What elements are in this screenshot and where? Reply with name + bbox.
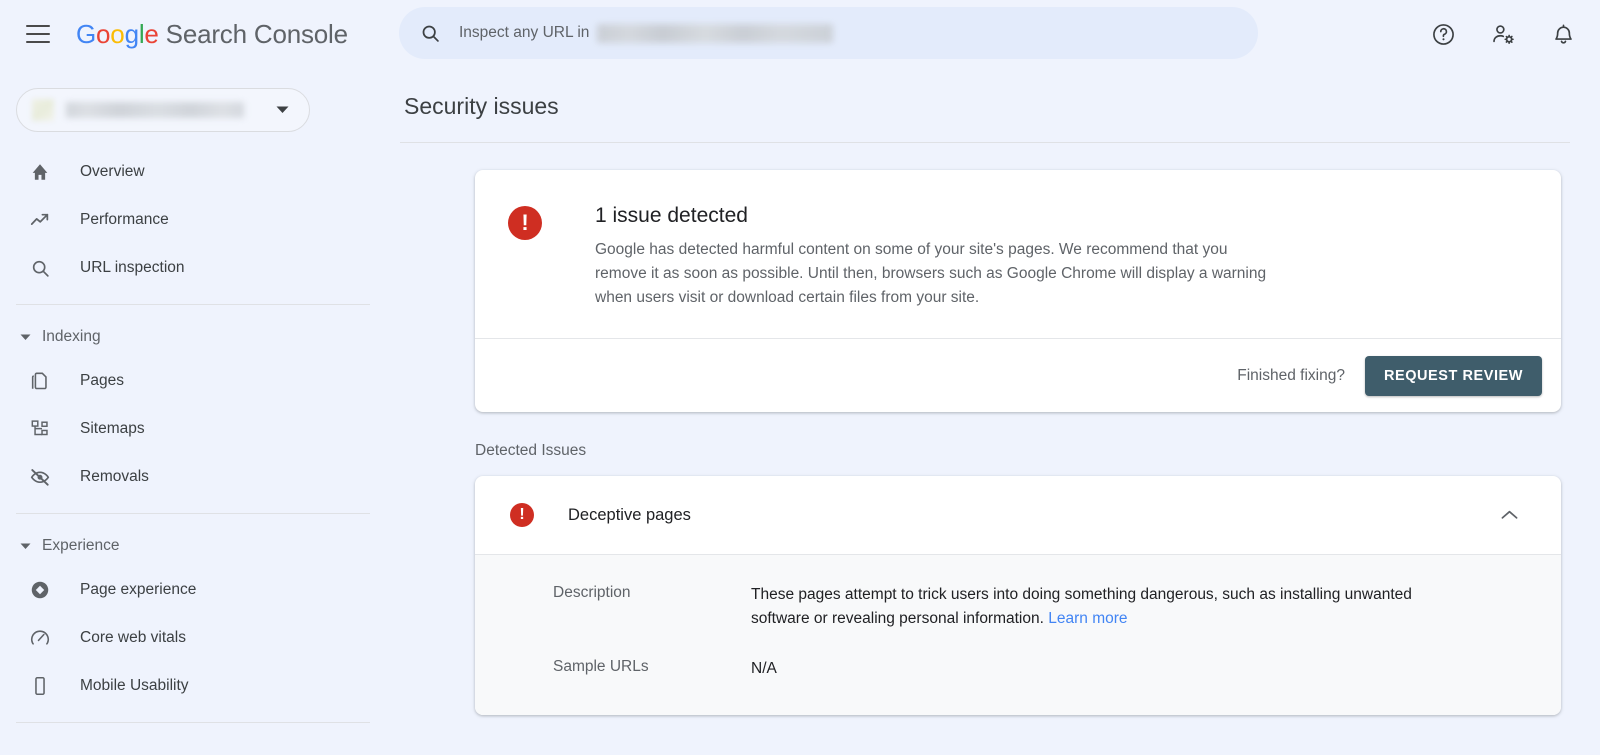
exclamation-glyph: ! <box>519 507 524 523</box>
detected-issues-label: Detected Issues <box>475 442 1600 460</box>
sidebar-divider <box>16 513 370 514</box>
top-app-bar: GoogleSearch Console Inspect any URL in <box>0 0 1600 68</box>
detail-key: Sample URLs <box>553 657 751 681</box>
sidebar-item-sitemaps[interactable]: Sitemaps <box>0 405 398 453</box>
sidebar-item-pages[interactable]: Pages <box>0 357 398 405</box>
issue-header[interactable]: ! Deceptive pages <box>475 476 1561 554</box>
finished-fixing-label: Finished fixing? <box>1237 367 1345 385</box>
pages-copy-icon <box>28 369 52 393</box>
sidebar-item-performance[interactable]: Performance <box>0 196 398 244</box>
search-placeholder-prefix: Inspect any URL in <box>459 24 589 42</box>
caret-down-icon <box>14 543 36 550</box>
sidebar-item-label: Core web vitals <box>80 629 186 647</box>
sidebar-group-label: Experience <box>42 537 120 555</box>
home-icon <box>28 160 52 184</box>
redacted-property-name <box>66 102 244 118</box>
security-summary-card: ! 1 issue detected Google has detected h… <box>475 170 1561 412</box>
learn-more-link[interactable]: Learn more <box>1048 610 1127 627</box>
hamburger-menu-icon[interactable] <box>26 25 50 43</box>
sidebar-item-removals[interactable]: Removals <box>0 453 398 501</box>
speedometer-icon <box>28 626 52 650</box>
sitemap-icon <box>28 417 52 441</box>
chevron-down-icon <box>276 101 289 119</box>
app-brand: GoogleSearch Console <box>76 19 348 50</box>
detail-value: These pages attempt to trick users into … <box>751 583 1451 631</box>
sidebar-item-label: Page experience <box>80 581 196 599</box>
page-title: Security issues <box>404 93 1600 120</box>
google-logo: Google <box>76 19 159 49</box>
eye-off-icon <box>28 465 52 489</box>
exclamation-glyph: ! <box>521 212 528 234</box>
page-experience-icon <box>28 578 52 602</box>
sidebar-item-label: Pages <box>80 372 124 390</box>
sidebar-item-label: Sitemaps <box>80 420 145 438</box>
error-exclamation-icon: ! <box>510 503 534 527</box>
sidebar-divider <box>16 722 370 723</box>
caret-down-icon <box>14 334 36 341</box>
chevron-up-icon[interactable] <box>1500 509 1519 521</box>
search-placeholder-text: Inspect any URL in <box>459 24 833 43</box>
error-exclamation-icon: ! <box>508 206 542 240</box>
mobile-phone-icon <box>28 674 52 698</box>
sidebar-item-page-experience[interactable]: Page experience <box>0 566 398 614</box>
trending-up-icon <box>28 208 52 232</box>
sidebar-item-core-web-vitals[interactable]: Core web vitals <box>0 614 398 662</box>
sidebar-group-label: Indexing <box>42 328 101 346</box>
detail-key: Description <box>553 583 751 631</box>
redacted-property-url <box>597 24 833 43</box>
sidebar-group-indexing[interactable]: Indexing <box>0 317 398 357</box>
sidebar-item-label: Mobile Usability <box>80 677 189 695</box>
primary-nav-list: Overview Performance URL inspection <box>0 148 398 723</box>
sidebar-item-url-inspection[interactable]: URL inspection <box>0 244 398 292</box>
product-name: Search Console <box>166 19 348 49</box>
request-review-button[interactable]: REQUEST REVIEW <box>1365 356 1542 396</box>
issue-title: Deceptive pages <box>568 506 691 525</box>
person-gear-icon[interactable] <box>1490 21 1516 47</box>
summary-card-footer: Finished fixing? REQUEST REVIEW <box>475 338 1561 412</box>
detail-row-description: Description These pages attempt to trick… <box>553 583 1521 631</box>
title-divider <box>400 142 1570 143</box>
sidebar-item-label: URL inspection <box>80 259 185 277</box>
search-icon <box>28 256 52 280</box>
main-content: Security issues ! 1 issue detected Googl… <box>398 68 1600 755</box>
url-inspection-search-bar[interactable]: Inspect any URL in <box>399 7 1258 59</box>
summary-card-text: 1 issue detected Google has detected har… <box>595 204 1275 310</box>
detail-value: N/A <box>751 657 777 681</box>
sidebar-navigation: Overview Performance URL inspection <box>0 68 398 755</box>
sidebar-divider <box>16 304 370 305</box>
sidebar-item-overview[interactable]: Overview <box>0 148 398 196</box>
issue-card-deceptive-pages: ! Deceptive pages Description These page… <box>475 476 1561 715</box>
help-circle-icon[interactable] <box>1430 21 1456 47</box>
bell-icon[interactable] <box>1550 21 1576 47</box>
sidebar-item-mobile-usability[interactable]: Mobile Usability <box>0 662 398 710</box>
sidebar-item-label: Overview <box>80 163 145 181</box>
top-bar-actions <box>1430 0 1576 68</box>
sidebar-item-label: Removals <box>80 468 149 486</box>
search-icon <box>420 23 441 44</box>
issue-description: Google has detected harmful content on s… <box>595 238 1275 310</box>
sidebar-item-label: Performance <box>80 211 169 229</box>
sidebar-group-experience[interactable]: Experience <box>0 526 398 566</box>
summary-card-body: ! 1 issue detected Google has detected h… <box>475 170 1561 338</box>
property-favicon <box>32 99 54 121</box>
property-selector[interactable] <box>16 88 310 132</box>
detail-row-sample-urls: Sample URLs N/A <box>553 657 1521 681</box>
issue-count-heading: 1 issue detected <box>595 204 1275 228</box>
issue-detail-panel: Description These pages attempt to trick… <box>475 554 1561 715</box>
